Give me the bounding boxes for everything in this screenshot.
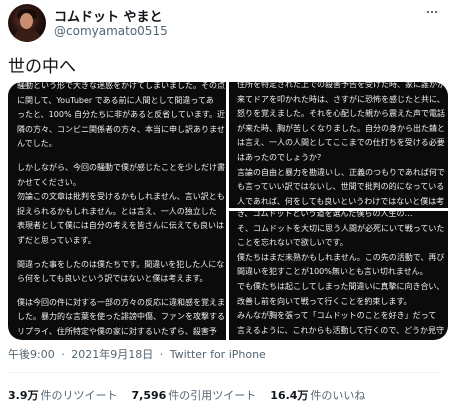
avatar-body	[13, 29, 41, 42]
image-text-line: 間違った事をしたのは僕たちです。間違いを犯した人にな	[17, 259, 225, 269]
quotes-count: 7,596	[131, 389, 167, 402]
media-image-top-right[interactable]: 住所を特定された上での殺害予告を受けた時、家に誰かが 来てドアを叩かれた時は、さす…	[229, 82, 448, 208]
image-text-line: 表現者として僕には自分の考えを皆さんに伝えても良いは	[17, 221, 224, 231]
image-text-line: 間違いを犯すことが100%無いとも言い切れません。	[237, 267, 428, 277]
image-text-line: 騒動という形で大きな迷惑をかけてしまいました。その点	[17, 82, 225, 90]
tweet-text: 世の中へ	[8, 57, 76, 77]
image-text-line: 告。	[17, 340, 217, 341]
avatar[interactable]	[8, 4, 46, 42]
image-text-line: 隣の方々、コンビニ関係者の方々、本当に申し訳ありませ	[17, 124, 225, 134]
image-text-line: に関して、YouTuber である前に人間として間違ってあ	[17, 95, 214, 105]
image-text-bottom-right: き、コムドットという道を選んだ僕らの人生の… そ、コムドットを大切に思う人間が必死…	[237, 211, 445, 340]
image-text-line: ことを忘れないで欲しいです。	[237, 238, 348, 248]
image-text-line: 改善し前を向いて戦って行くことを約束します。	[237, 296, 412, 306]
divider	[8, 372, 442, 373]
image-text-line: っていただければと思います。	[237, 338, 440, 340]
tweet-stats: 3.9万 件のリツイート 7,596 件の引用ツイート 16.4万 件のいいね	[8, 387, 365, 403]
image-text-line: 来てドアを叩かれた時は、さすがに恐怖を感じたと共に、	[237, 94, 445, 104]
media-image-left[interactable]: 騒動という形で大きな迷惑をかけてしまいました。その点 に関して、YouTuber …	[8, 82, 226, 340]
image-text-line: しかしながら、今回の騒動で僕が感じたことを少しだけ書	[17, 162, 225, 172]
media-image-bottom-right[interactable]: き、コムドットという道を選んだ僕らの人生の… そ、コムドットを大切に思う人間が必死…	[229, 211, 448, 340]
meta-separator-2: ·	[159, 348, 164, 361]
image-text-top-right: 住所を特定された上での殺害予告を受けた時、家に誰かが 来てドアを叩かれた時は、さす…	[237, 82, 445, 208]
display-name[interactable]: コムドット やまと	[54, 6, 163, 25]
user-handle[interactable]: @comyamato0515	[54, 24, 168, 38]
likes-count: 16.4万	[270, 389, 309, 402]
image-text-line: 捉えられるかもしれません。とは言え、一人の独立した	[17, 206, 217, 216]
likes-stat[interactable]: 16.4万 件のいいね	[270, 387, 365, 403]
image-text-line: 言えるように、これからも活動して行くので、どうか見守	[237, 325, 444, 335]
image-text-line: は言え、一人の人間としてここまでの仕打ちを受ける必要	[237, 138, 445, 148]
image-text-line: かせてください。	[17, 177, 81, 187]
retweets-stat[interactable]: 3.9万 件のリツイート	[8, 387, 118, 403]
retweets-count: 3.9万	[8, 389, 39, 402]
tweet-date[interactable]: 2021年9月18日	[71, 348, 153, 361]
image-text-line: 僕は今回の件に対する一部の方々の反応に違和感を覚えま	[17, 297, 225, 307]
image-text-line: した。暴力的な言葉を使った誹謗中傷、ファンを攻撃する	[17, 312, 225, 322]
image-text-line: 怒りを覚えました。それを心配した親から震えた声で電話	[237, 109, 445, 119]
image-text-line: 住所を特定された上での殺害予告を受けた時、家に誰かが	[237, 82, 445, 89]
avatar-face	[20, 13, 33, 29]
quotes-stat[interactable]: 7,596 件の引用ツイート	[132, 387, 257, 403]
image-text-line: 僕たちはまだ未熟かもしれません。この先の活動で、再び	[237, 252, 445, 262]
tweet-meta: 午後9:00 · 2021年9月18日 · Twitter for iPhone	[8, 346, 266, 362]
image-text-line: そ、コムドットを大切に思う人間が必死にいて戦っていた	[237, 223, 445, 233]
image-text-line: みんなが胸を張って「コムドットのことを好き」だって	[237, 311, 437, 321]
tweet-time[interactable]: 午後9:00	[8, 348, 55, 361]
image-text-left: 騒動という形で大きな迷惑をかけてしまいました。その点 に関して、YouTuber …	[17, 82, 226, 341]
image-text-line: ったと、100% 自分たちに非があると反省しています。近	[17, 110, 226, 120]
image-text-line: 言論の自由と暴力を勘違いし、正義のつもりであれば何で	[237, 167, 445, 177]
retweets-label: 件のリツイート	[40, 389, 118, 402]
image-text-line: も言っていい訳ではないし、世間で批判の的になっている	[237, 182, 445, 192]
image-text-line: 勿論この文章は批判を受けるかもしれません、言い訳とも	[17, 192, 225, 202]
image-text-line: き、コムドットという道を選んだ僕らの人生の…	[237, 211, 413, 218]
tweet-source[interactable]: Twitter for iPhone	[170, 348, 266, 361]
image-text-line: ずだと思っています。	[17, 235, 96, 245]
image-text-line: が来た時、胸が苦しくなりました。自分の身から出た錆と	[237, 123, 445, 133]
tweet-header: コムドット やまと @comyamato0515	[0, 0, 450, 50]
image-text-line: んでした。	[17, 139, 57, 149]
image-text-line: リプライ、住所特定や僕の家に対するいたずら、殺害予	[17, 326, 217, 336]
image-text-line: はあったのでしょうか？	[237, 152, 325, 162]
image-text-line: でも僕たちは起こしてしまった間違いに真摯に向き合い、	[237, 281, 445, 291]
quotes-label: 件の引用ツイート	[168, 389, 257, 402]
image-text-line: ら何をしても良いという訳ではないと僕は考えます。	[17, 274, 208, 284]
more-options-icon[interactable]	[422, 4, 442, 20]
meta-separator: ·	[61, 348, 65, 361]
image-text-line: 人であれば、何をしても良いというわけではないと僕は考	[237, 196, 445, 206]
likes-label: 件のいいね	[310, 389, 366, 402]
tweet-media[interactable]: 騒動という形で大きな迷惑をかけてしまいました。その点 に関して、YouTuber …	[8, 82, 448, 340]
